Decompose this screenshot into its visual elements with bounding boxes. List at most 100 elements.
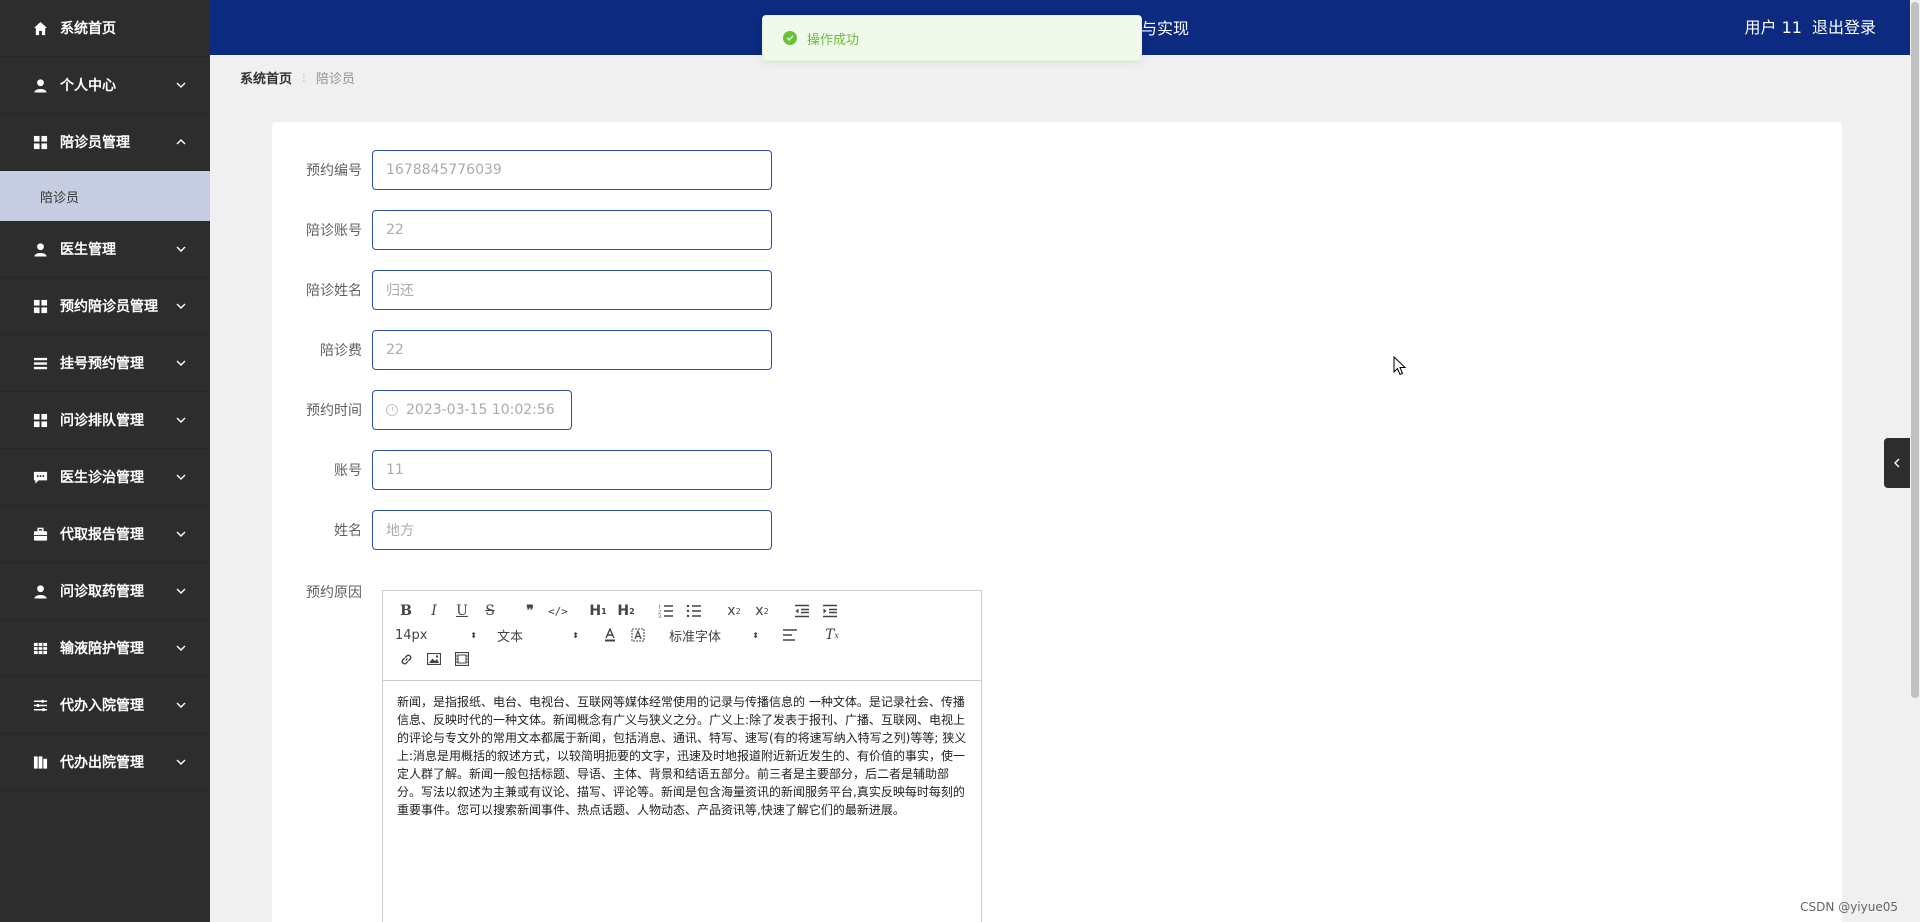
- sidebar-item-queue-management[interactable]: 问诊排队管理: [0, 392, 210, 449]
- booking-time-picker[interactable]: 2023-03-15 10:02:56: [372, 390, 572, 430]
- editor-content[interactable]: 新闻，是指报纸、电台、电视台、互联网等媒体经常使用的记录与传播信息的 一种文体。…: [383, 681, 981, 831]
- sidebar-item-label: 陪诊员管理: [60, 135, 130, 151]
- bullet-list-icon[interactable]: [683, 600, 705, 622]
- fee-input[interactable]: 22: [372, 330, 772, 370]
- sidebar: 系统首页 个人中心 陪诊员管理 陪诊员 医生管理 预约陪诊员管理 挂号预约管理 …: [0, 0, 210, 922]
- sidebar-item-infusion-care-management[interactable]: 输液陪护管理: [0, 620, 210, 677]
- scrollbar-thumb[interactable]: [1911, 2, 1919, 698]
- booking-time-label: 预约时间: [306, 403, 362, 419]
- sidebar-item-personal-center[interactable]: 个人中心: [0, 57, 210, 114]
- clear-format-icon[interactable]: Tx: [821, 624, 843, 646]
- sidebar-item-medicine-pickup-management[interactable]: 问诊取药管理: [0, 563, 210, 620]
- heading1-icon[interactable]: H1: [587, 600, 609, 622]
- page-scrollbar[interactable]: [1910, 0, 1920, 922]
- sliders-icon: [32, 697, 48, 713]
- sidebar-item-label: 挂号预约管理: [60, 356, 144, 372]
- outdent-icon[interactable]: [791, 600, 813, 622]
- sidebar-item-discharge-management[interactable]: 代办出院管理: [0, 734, 210, 791]
- booking-no-label: 预约编号: [306, 163, 362, 179]
- italic-icon[interactable]: I: [423, 600, 445, 622]
- escort-account-label: 陪诊账号: [306, 223, 362, 239]
- form-card: 预约编号 1678845776039 陪诊账号 22 陪诊姓名 归还 陪诊费 2…: [272, 122, 1842, 922]
- sidebar-item-admission-management[interactable]: 代办入院管理: [0, 677, 210, 734]
- blockquote-icon[interactable]: ❞: [519, 600, 541, 622]
- link-icon[interactable]: [395, 648, 417, 670]
- chevron-down-icon: [174, 641, 188, 655]
- user-icon: [32, 77, 48, 93]
- success-check-icon: [783, 31, 797, 45]
- sidebar-item-doctor-management[interactable]: 医生管理: [0, 221, 210, 278]
- background-color-icon[interactable]: [627, 624, 649, 646]
- strikethrough-icon[interactable]: S: [479, 600, 501, 622]
- image-icon[interactable]: [423, 648, 445, 670]
- fee-label: 陪诊费: [320, 343, 362, 359]
- block-type-value: 文本: [497, 629, 524, 645]
- svg-text:3: 3: [658, 614, 661, 618]
- sidebar-item-label: 个人中心: [60, 78, 116, 94]
- breadcrumb-separator-icon: ⁝: [302, 70, 306, 85]
- block-type-select[interactable]: 文本 ⬍: [497, 626, 579, 645]
- font-size-value: 14px: [395, 627, 428, 643]
- bold-icon[interactable]: B: [395, 600, 417, 622]
- chat-icon: [32, 469, 48, 485]
- sidebar-item-report-pickup-management[interactable]: 代取报告管理: [0, 506, 210, 563]
- code-block-icon[interactable]: </>: [547, 600, 569, 622]
- escort-name-input[interactable]: 归还: [372, 270, 772, 310]
- sidebar-item-label: 代取报告管理: [60, 527, 144, 543]
- user-icon: [32, 241, 48, 257]
- breadcrumb-current: 陪诊员: [315, 72, 355, 87]
- breadcrumb-home[interactable]: 系统首页: [240, 68, 292, 87]
- chevron-down-icon: [174, 78, 188, 92]
- rich-text-editor: B I U S ❞ </> H1 H2 123 x2 x2 14px ⬍ 文本 …: [382, 590, 982, 922]
- chevron-left-icon: [1894, 458, 1900, 468]
- font-size-select[interactable]: 14px ⬍: [395, 628, 477, 643]
- form-row-account: 账号 11: [272, 450, 772, 490]
- home-icon: [32, 20, 48, 36]
- toast-message: 操作成功: [807, 32, 860, 48]
- select-caret-icon: ⬍: [572, 630, 579, 640]
- sidebar-item-label: 代办入院管理: [60, 698, 144, 714]
- list-icon: [32, 355, 48, 371]
- user-icon: [32, 583, 48, 599]
- name-input[interactable]: 地方: [372, 510, 772, 550]
- account-input[interactable]: 11: [372, 450, 772, 490]
- align-icon[interactable]: [779, 624, 801, 646]
- collapse-panel-button[interactable]: [1884, 438, 1910, 488]
- booking-no-input[interactable]: 1678845776039: [372, 150, 772, 190]
- superscript-icon[interactable]: x2: [751, 600, 773, 622]
- chevron-down-icon: [174, 584, 188, 598]
- underline-icon[interactable]: U: [451, 600, 473, 622]
- font-family-select[interactable]: 标准字体 ⬍: [669, 626, 759, 645]
- chevron-down-icon: [174, 299, 188, 313]
- escort-name-label: 陪诊姓名: [306, 283, 362, 299]
- briefcase-icon: [32, 526, 48, 542]
- select-caret-icon: ⬍: [470, 630, 477, 640]
- editor-toolbar: B I U S ❞ </> H1 H2 123 x2 x2 14px ⬍ 文本 …: [383, 591, 981, 681]
- heading2-icon[interactable]: H2: [615, 600, 637, 622]
- sidebar-item-registration-management[interactable]: 挂号预约管理: [0, 335, 210, 392]
- sidebar-item-escort-management[interactable]: 陪诊员管理: [0, 114, 210, 171]
- font-color-icon[interactable]: [599, 624, 621, 646]
- form-row-name: 姓名 地方: [272, 510, 772, 550]
- indent-icon[interactable]: [819, 600, 841, 622]
- success-toast: 操作成功: [762, 15, 1142, 61]
- reason-label: 预约原因: [306, 585, 362, 601]
- subscript-icon[interactable]: x2: [723, 600, 745, 622]
- sidebar-item-label: 输液陪护管理: [60, 641, 144, 657]
- video-icon[interactable]: [451, 648, 473, 670]
- logout-button[interactable]: 退出登录: [1812, 18, 1876, 37]
- ordered-list-icon[interactable]: 123: [655, 600, 677, 622]
- grid-icon: [32, 298, 48, 314]
- sidebar-subitem-escort[interactable]: 陪诊员: [0, 171, 210, 221]
- sidebar-item-diagnosis-management[interactable]: 医生诊治管理: [0, 449, 210, 506]
- escort-account-input[interactable]: 22: [372, 210, 772, 250]
- chevron-up-icon: [174, 135, 188, 149]
- sidebar-item-booking-escort-management[interactable]: 预约陪诊员管理: [0, 278, 210, 335]
- chevron-down-icon: [174, 356, 188, 370]
- sidebar-item-home[interactable]: 系统首页: [0, 0, 210, 57]
- sidebar-subitem-label: 陪诊员: [40, 190, 80, 206]
- form-row-escort-account: 陪诊账号 22: [272, 210, 772, 250]
- chevron-down-icon: [174, 698, 188, 712]
- breadcrumb: 系统首页 ⁝ 陪诊员: [240, 68, 355, 88]
- sidebar-item-label: 问诊取药管理: [60, 584, 144, 600]
